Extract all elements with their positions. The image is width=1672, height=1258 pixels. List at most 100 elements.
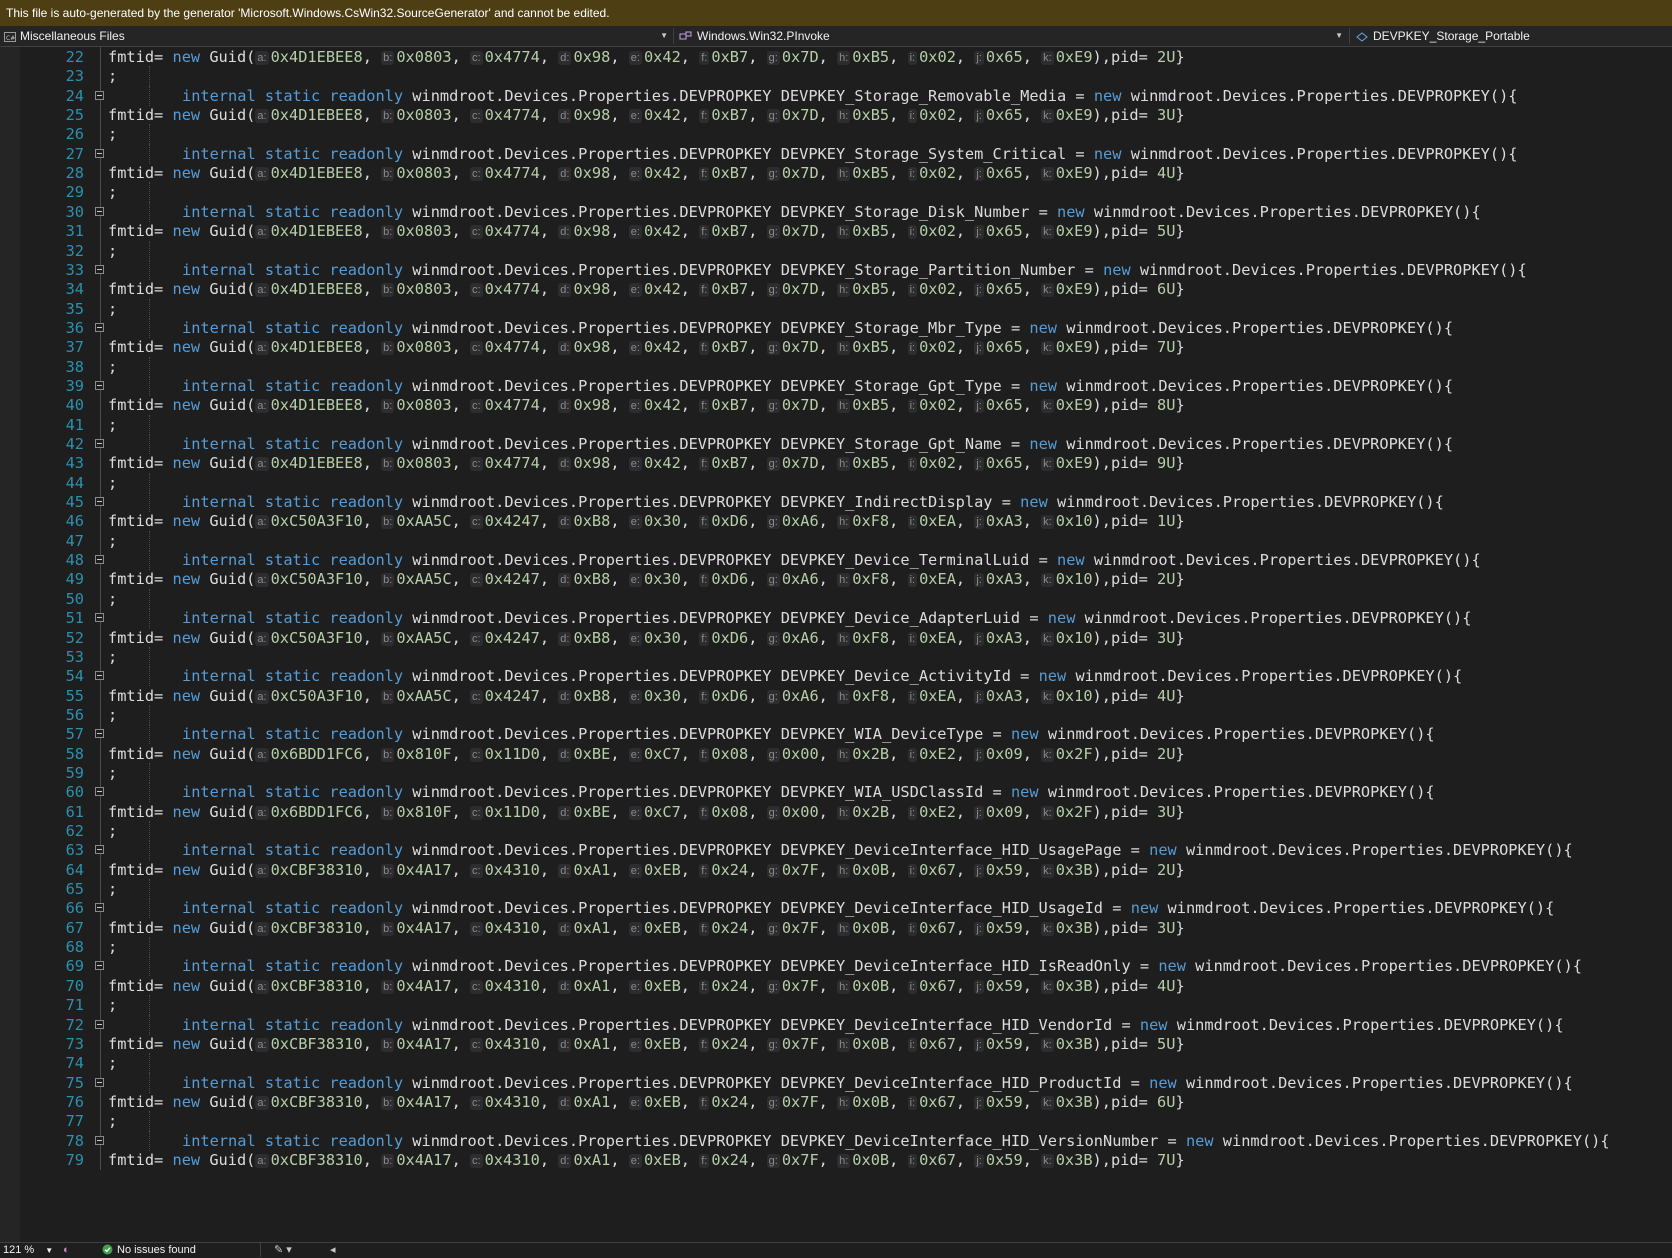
code-line-guid[interactable]: 76 fmtid= new Guid(a: 0xCBF38310, b: 0x4A17… — [0, 1091, 1672, 1112]
code-line-declaration[interactable]: 36 internal static readonly winmdroot.Dev… — [0, 317, 1672, 338]
code-line-guid[interactable]: 25 fmtid= new Guid(a: 0x4D1EBEE8, b: 0x0803… — [0, 105, 1672, 126]
code-line-guid[interactable]: 58 fmtid= new Guid(a: 0x6BDD1FC6, b: 0x810F… — [0, 743, 1672, 764]
collapse-toggle-icon[interactable] — [95, 903, 104, 913]
collapse-toggle-icon[interactable] — [95, 787, 104, 797]
code-line-guid[interactable]: 52 fmtid= new Guid(a: 0xC50A3F10, b: 0xAA5C… — [0, 627, 1672, 648]
code-line-semicolon[interactable]: 44; — [0, 472, 1672, 493]
code-line-declaration[interactable]: 27 internal static readonly winmdroot.Dev… — [0, 143, 1672, 164]
code-line-semicolon[interactable]: 71; — [0, 995, 1672, 1016]
code-line-guid[interactable]: 67 fmtid= new Guid(a: 0xCBF38310, b: 0x4A17… — [0, 917, 1672, 938]
collapse-toggle-icon[interactable] — [95, 380, 104, 390]
code-line-declaration[interactable]: 24 internal static readonly winmdroot.Dev… — [0, 85, 1672, 106]
comma: , — [451, 802, 461, 821]
code-line-guid[interactable]: 43 fmtid= new Guid(a: 0x4D1EBEE8, b: 0x0803… — [0, 453, 1672, 474]
code-line-declaration[interactable]: 75 internal static readonly winmdroot.Dev… — [0, 1072, 1672, 1093]
parameter-hint: j: — [974, 167, 984, 182]
code-line-semicolon[interactable]: 65; — [0, 879, 1672, 900]
parameter-hint: i: — [907, 51, 918, 65]
code-line-guid[interactable]: 46 fmtid= new Guid(a: 0xC50A3F10, b: 0xAA5C… — [0, 511, 1672, 532]
code-line-guid[interactable]: 22 fmtid= new Guid(a: 0x4D1EBEE8, b: 0x0803… — [0, 47, 1672, 67]
guid-value: 0x0803 — [396, 164, 452, 183]
code-line-declaration[interactable]: 72 internal static readonly winmdroot.Dev… — [0, 1014, 1672, 1035]
code-line-guid[interactable]: 79 fmtid= new Guid(a: 0xCBF38310, b: 0x4A17… — [0, 1149, 1672, 1170]
issues-indicator[interactable]: No issues found — [102, 1243, 196, 1258]
code-line-semicolon[interactable]: 62; — [0, 821, 1672, 841]
code-line-declaration[interactable]: 60 internal static readonly winmdroot.Dev… — [0, 782, 1672, 803]
code-line-semicolon[interactable]: 32; — [0, 240, 1672, 261]
code-line-semicolon[interactable]: 38; — [0, 356, 1672, 377]
comma: , — [955, 164, 966, 183]
code-editor[interactable]: 22 fmtid= new Guid(a: 0x4D1EBEE8, b: 0x0803… — [0, 47, 1672, 1242]
code-line-declaration[interactable]: 54 internal static readonly winmdroot.Dev… — [0, 666, 1672, 687]
code-line-guid[interactable]: 64 fmtid= new Guid(a: 0xCBF38310, b: 0x4A17… — [0, 859, 1672, 880]
code-line-guid[interactable]: 70 fmtid= new Guid(a: 0xCBF38310, b: 0x4A17… — [0, 975, 1672, 996]
collapse-toggle-icon[interactable] — [95, 90, 104, 100]
collapse-toggle-icon[interactable] — [95, 322, 104, 332]
collapse-toggle-icon[interactable] — [95, 961, 104, 971]
code-line-guid[interactable]: 34 fmtid= new Guid(a: 0x4D1EBEE8, b: 0x0803… — [0, 279, 1672, 300]
code-line-semicolon[interactable]: 23; — [0, 66, 1672, 87]
code-line-declaration[interactable]: 66 internal static readonly winmdroot.Dev… — [0, 898, 1672, 919]
code-line-guid[interactable]: 40 fmtid= new Guid(a: 0x4D1EBEE8, b: 0x0803… — [0, 395, 1672, 416]
code-line-declaration[interactable]: 39 internal static readonly winmdroot.Dev… — [0, 375, 1672, 396]
code-line-semicolon[interactable]: 59; — [0, 762, 1672, 783]
code-line-declaration[interactable]: 78 internal static readonly winmdroot.Dev… — [0, 1130, 1672, 1151]
code-cleanup-icon[interactable]: ✎ ▾ — [274, 1243, 292, 1258]
code-line-semicolon[interactable]: 56; — [0, 704, 1672, 725]
type-dropdown[interactable]: Windows.Win32.PInvoke ▼ — [675, 26, 1347, 46]
guid-value: 0x24 — [711, 860, 749, 879]
parameter-hint: i: — [907, 399, 918, 414]
collapse-toggle-icon[interactable] — [95, 206, 104, 216]
declaration-statement: internal static readonly winmdroot.Devic… — [182, 260, 1527, 280]
code-line-declaration[interactable]: 45 internal static readonly winmdroot.Dev… — [0, 492, 1672, 513]
code-line-declaration[interactable]: 63 internal static readonly winmdroot.Dev… — [0, 840, 1672, 861]
member-dropdown[interactable]: DEVPKEY_Storage_Portable — [1351, 26, 1672, 46]
code-line-guid[interactable]: 37 fmtid= new Guid(a: 0x4D1EBEE8, b: 0x0803… — [0, 337, 1672, 358]
code-line-declaration[interactable]: 69 internal static readonly winmdroot.Dev… — [0, 956, 1672, 977]
parameter-hint: b: — [381, 631, 395, 646]
code-line-semicolon[interactable]: 53; — [0, 646, 1672, 667]
collapse-toggle-icon[interactable] — [95, 1135, 104, 1145]
zoom-dropdown[interactable]: 121 % ▼ — [3, 1243, 53, 1258]
code-line-guid[interactable]: 31 fmtid= new Guid(a: 0x4D1EBEE8, b: 0x0803… — [0, 221, 1672, 242]
collapse-toggle-icon[interactable] — [95, 497, 104, 507]
project-dropdown[interactable]: C# Miscellaneous Files ▼ — [0, 26, 672, 46]
keyword-static: static — [264, 144, 321, 163]
code-line-declaration[interactable]: 51 internal static readonly winmdroot.Dev… — [0, 608, 1672, 629]
indent-guide — [149, 182, 150, 203]
collapse-toggle-icon[interactable] — [95, 148, 104, 158]
code-line-guid[interactable]: 61 fmtid= new Guid(a: 0x6BDD1FC6, b: 0x810F… — [0, 801, 1672, 822]
code-line-guid[interactable]: 73 fmtid= new Guid(a: 0xCBF38310, b: 0x4A17… — [0, 1033, 1672, 1054]
code-line-semicolon[interactable]: 74; — [0, 1053, 1672, 1074]
collapse-toggle-icon[interactable] — [95, 264, 104, 274]
code-line-declaration[interactable]: 42 internal static readonly winmdroot.Dev… — [0, 434, 1672, 454]
collapse-toggle-icon[interactable] — [95, 439, 104, 448]
code-line-semicolon[interactable]: 68; — [0, 937, 1672, 958]
code-line-declaration[interactable]: 57 internal static readonly winmdroot.Dev… — [0, 724, 1672, 745]
code-line-guid[interactable]: 49 fmtid= new Guid(a: 0xC50A3F10, b: 0xAA5C… — [0, 569, 1672, 590]
collapse-toggle-icon[interactable] — [95, 1019, 104, 1029]
code-line-semicolon[interactable]: 47; — [0, 530, 1672, 551]
collapse-toggle-icon[interactable] — [95, 729, 104, 739]
code-line-guid[interactable]: 55 fmtid= new Guid(a: 0xC50A3F10, b: 0xAA5C… — [0, 685, 1672, 706]
collapse-toggle-icon[interactable] — [95, 555, 104, 565]
parameter-hint: k: — [1041, 225, 1054, 240]
parameter-hint: j: — [974, 1153, 984, 1168]
code-line-declaration[interactable]: 30 internal static readonly winmdroot.Dev… — [0, 201, 1672, 222]
code-line-semicolon[interactable]: 50; — [0, 588, 1672, 609]
code-line-semicolon[interactable]: 41; — [0, 414, 1672, 435]
keyword-internal: internal — [182, 609, 256, 628]
collapse-toggle-icon[interactable] — [95, 845, 104, 855]
code-line-declaration[interactable]: 33 internal static readonly winmdroot.Dev… — [0, 259, 1672, 280]
code-line-guid[interactable]: 28 fmtid= new Guid(a: 0x4D1EBEE8, b: 0x0803… — [0, 163, 1672, 184]
code-line-declaration[interactable]: 48 internal static readonly winmdroot.Dev… — [0, 550, 1672, 571]
code-line-semicolon[interactable]: 35; — [0, 298, 1672, 319]
collapse-toggle-icon[interactable] — [95, 1077, 104, 1087]
code-line-semicolon[interactable]: 26; — [0, 124, 1672, 145]
scroll-left-icon[interactable]: ◂ — [330, 1243, 336, 1258]
copilot-icon[interactable]: ◐ — [63, 1243, 70, 1258]
code-line-semicolon[interactable]: 29; — [0, 182, 1672, 203]
collapse-toggle-icon[interactable] — [95, 613, 104, 623]
code-line-semicolon[interactable]: 77; — [0, 1111, 1672, 1132]
collapse-toggle-icon[interactable] — [95, 671, 104, 681]
